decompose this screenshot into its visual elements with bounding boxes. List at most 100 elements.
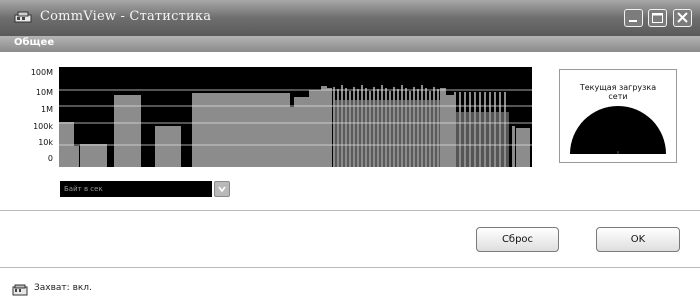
traffic-bar	[512, 126, 515, 167]
traffic-bar	[351, 100, 353, 167]
metric-select-arrow[interactable]	[214, 181, 230, 197]
traffic-bar	[389, 91, 391, 167]
traffic-bar	[476, 112, 479, 167]
traffic-bar	[407, 100, 409, 167]
traffic-bar	[437, 89, 439, 167]
traffic-bar	[333, 87, 335, 167]
y-axis-label: 10k	[38, 138, 53, 147]
traffic-bar	[504, 92, 506, 167]
traffic-bar	[341, 85, 343, 167]
traffic-bar	[321, 86, 327, 167]
traffic-bar	[464, 92, 466, 167]
traffic-bar	[327, 88, 332, 167]
traffic-bar	[425, 88, 427, 167]
y-axis-labels: 100M 10M 1M 100k 10k 0	[31, 68, 54, 163]
section-title: Общее	[14, 37, 55, 48]
traffic-bar	[80, 144, 107, 167]
traffic-bar	[369, 91, 371, 167]
divider	[0, 267, 700, 268]
traffic-bar	[471, 112, 474, 167]
close-icon	[677, 12, 688, 23]
traffic-bar	[501, 112, 504, 167]
close-button[interactable]	[673, 9, 692, 27]
traffic-bar	[74, 146, 79, 167]
chevron-down-icon	[218, 186, 226, 193]
traffic-bar	[294, 97, 309, 167]
graph-bars	[59, 85, 530, 167]
traffic-bar	[359, 100, 361, 167]
gauge-dial	[570, 106, 666, 154]
traffic-bar	[397, 89, 399, 167]
statistics-window: CommView - Статистика Общее 100M 10M 1M 100…	[0, 0, 700, 303]
traffic-bar	[363, 100, 365, 167]
section-header: Общее	[0, 36, 700, 52]
traffic-bar	[399, 100, 401, 167]
traffic-bar	[377, 89, 379, 167]
divider	[0, 210, 700, 211]
capture-adapter-icon	[12, 284, 28, 296]
traffic-bar	[427, 100, 429, 167]
traffic-bar	[365, 88, 367, 167]
traffic-bar	[192, 93, 290, 167]
network-card-icon	[14, 11, 32, 23]
traffic-bar	[385, 88, 387, 167]
traffic-bar	[440, 88, 446, 167]
minimize-icon	[629, 20, 637, 22]
traffic-bar	[486, 112, 489, 167]
maximize-button[interactable]	[648, 9, 667, 27]
y-axis-label: 100k	[33, 122, 53, 131]
status-text: Захват: вкл.	[34, 283, 92, 293]
traffic-bar	[353, 87, 355, 167]
traffic-bar	[411, 100, 413, 167]
metric-select[interactable]: Байт в сек	[60, 181, 212, 197]
traffic-bar	[371, 100, 373, 167]
traffic-bar	[375, 100, 377, 167]
traffic-bar	[419, 100, 421, 167]
traffic-bar	[383, 100, 385, 167]
title-bar[interactable]: CommView - Статистика	[0, 0, 700, 36]
y-axis-label: 10M	[36, 88, 53, 97]
traffic-bar	[355, 100, 357, 167]
traffic-bar	[381, 85, 383, 167]
traffic-bar	[391, 100, 393, 167]
traffic-bar	[373, 87, 375, 167]
traffic-bar	[409, 91, 411, 167]
traffic-bar	[417, 89, 419, 167]
statistics-panel: 100M 10M 1M 100k 10k 0 Текущая загрузка сети …	[0, 52, 700, 210]
traffic-bar	[431, 100, 433, 167]
traffic-bar	[349, 91, 351, 167]
traffic-bar	[379, 100, 381, 167]
traffic-bar	[481, 112, 484, 167]
window-title: CommView - Статистика	[40, 9, 212, 24]
ok-button[interactable]: OK	[596, 227, 680, 252]
traffic-bar	[423, 100, 425, 167]
traffic-bar	[456, 112, 459, 167]
traffic-bar	[461, 112, 464, 167]
reset-button[interactable]: Сброс	[476, 227, 559, 252]
traffic-bar	[421, 85, 423, 167]
traffic-bar	[433, 87, 435, 167]
traffic-bar	[59, 122, 74, 167]
traffic-bar	[494, 92, 496, 167]
traffic-bar	[345, 88, 347, 167]
traffic-bar	[415, 100, 417, 167]
traffic-graph: 100M 10M 1M 100k 10k 0	[31, 67, 532, 167]
traffic-bar	[290, 107, 294, 167]
traffic-bar	[479, 92, 481, 167]
network-load-gauge: Текущая загрузка сети	[559, 69, 677, 163]
traffic-bar	[155, 126, 181, 167]
traffic-bar	[403, 100, 405, 167]
traffic-bar	[435, 100, 437, 167]
traffic-bar	[466, 112, 469, 167]
traffic-bar	[474, 92, 476, 167]
traffic-bar	[491, 112, 494, 167]
traffic-bar	[496, 112, 499, 167]
minimize-button[interactable]	[624, 9, 643, 27]
traffic-bar	[484, 92, 486, 167]
traffic-bar	[343, 100, 345, 167]
y-axis-label: 100M	[31, 68, 53, 77]
traffic-bar	[454, 92, 456, 167]
traffic-bar	[357, 89, 359, 167]
traffic-bar	[337, 89, 339, 167]
y-axis-label: 1M	[41, 105, 53, 114]
